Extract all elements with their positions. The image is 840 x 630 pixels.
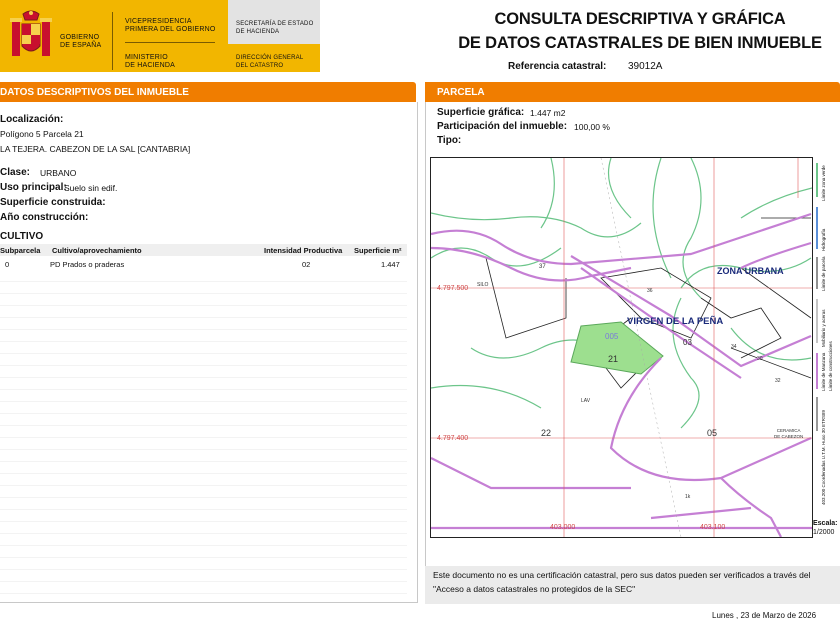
anio-label: Año construcción:: [0, 212, 89, 223]
ministry-line-1: MINISTERIO: [125, 54, 168, 61]
header-divider: [112, 12, 113, 70]
disclaimer-text: Este documento no es una certificación c…: [433, 570, 811, 594]
tipo-label: Tipo:: [437, 135, 462, 146]
utm-x1-label: 403.000: [550, 524, 576, 531]
lav-label: LAV: [581, 398, 591, 404]
disclaimer-note: Este documento no es una certificación c…: [425, 566, 840, 604]
escala-value: 1/2000: [813, 529, 835, 536]
boundary-lines: [431, 212, 812, 537]
vp-line-1: VICEPRESIDENCIA: [125, 18, 192, 25]
parcel-005-label: 005: [605, 332, 619, 341]
sup-grafica-value: 1.447 m2: [530, 108, 566, 118]
th-superficie: Superficie m²: [354, 246, 402, 255]
legend-text-column: Límite zona verde Hidrografía Límite de …: [821, 161, 835, 531]
table-row: 0 PD Prados o praderas 02 1.447: [0, 258, 407, 270]
ref-value: 39012A: [628, 61, 663, 72]
map-drawing: [431, 158, 812, 537]
ministerio-label: MINISTERIO DE HACIENDA: [125, 54, 175, 70]
doc-title-line-2: DE DATOS CATASTRALES DE BIEN INMUEBLE: [458, 34, 822, 52]
ceramica-line-2: DE CABEZON: [774, 434, 804, 439]
loc-label: Localización:: [0, 114, 64, 125]
road-32-label: 32: [775, 378, 781, 384]
descriptivos-bar: DATOS DESCRIPTIVOS DEL INMUEBLE: [0, 82, 416, 102]
map-legend: Límite zona verde Hidrografía Límite de …: [811, 157, 840, 536]
clase-value: URBANO: [40, 168, 77, 178]
gobierno-label: GOBIERNO DE ESPAÑA: [60, 34, 101, 50]
secretaria-line-1: SECRETARÍA DE ESTADO: [236, 21, 314, 27]
vicepresidencia-label: VICEPRESIDENCIA PRIMERA DEL GOBIERNO: [125, 18, 215, 34]
cadastral-map[interactable]: ZONA URBANA VIRGEN DE LA PEÑA 21 005 03 …: [430, 157, 813, 538]
direccion-label: DIRECCIÓN GENERAL DEL CATASTRO: [236, 54, 303, 70]
legend-construcciones: Límite de construcciones: [828, 341, 833, 391]
road-37-label: 37: [539, 264, 546, 270]
parcel-05-label: 05: [707, 428, 718, 438]
silo-label: SILO: [477, 282, 489, 288]
parcel-21-shape: [570, 321, 664, 375]
zona-urbana-label: ZONA URBANA: [717, 266, 784, 276]
doc-title-line-1: CONSULTA DESCRIPTIVA Y GRÁFICA: [494, 10, 786, 28]
legend-mobiliario: Mobiliario y aceras: [821, 309, 826, 347]
cultivo-table-header: Subparcela Cultivo/aprovechamiento Inten…: [0, 244, 407, 256]
td-subparcela: 0: [5, 260, 10, 269]
legend-manzana: Límite de Manzana: [821, 352, 826, 391]
participacion-label: Participación del inmueble:: [437, 121, 568, 132]
legend-hidrografia: Hidrografía: [821, 228, 826, 251]
legend-limite-parcela: Límite de parcela: [821, 256, 826, 291]
loc-line-2: LA TEJERA. CABEZON DE LA SAL [CANTABRIA]: [0, 144, 191, 154]
utm-y2-label: 4.797.400: [437, 435, 469, 442]
participacion-value: 100,00 %: [574, 122, 610, 132]
uso-value: Suelo sin edif.: [64, 183, 118, 193]
parcela-bar-title: PARCELA: [437, 87, 485, 98]
gobierno-line: GOBIERNO: [60, 34, 100, 41]
road-1k-label: 1k: [685, 494, 691, 500]
th-subparcela: Subparcela: [0, 246, 41, 255]
ceramica-label: CERAMICA DE CABEZON: [774, 428, 803, 440]
vp-line-2: PRIMERA DEL GOBIERNO: [125, 26, 216, 33]
direccion-line-2: DEL CATASTRO: [236, 63, 284, 69]
direccion-line-1: DIRECCIÓN GENERAL: [236, 55, 304, 61]
ref-label: Referencia catastral:: [508, 61, 607, 72]
utm-x2-label: 403.100: [700, 524, 726, 531]
clase-label: Clase:: [0, 167, 31, 178]
sup-grafica-label: Superficie gráfica:: [437, 107, 525, 118]
header-divider-h: [125, 42, 215, 43]
legend-coordenadas: 403.200 Coordenadas U.T.M. Huso 30 ETRS8…: [821, 409, 826, 505]
espana-line: DE ESPAÑA: [60, 42, 102, 49]
table-empty-rows: [0, 270, 407, 600]
date-text: Lunes , 23 de Marzo de 2026: [712, 611, 817, 620]
th-intensidad: Intensidad Productiva: [264, 246, 343, 255]
parcel-22-label: 22: [541, 428, 552, 438]
uso-label: Uso principal:: [0, 182, 67, 193]
loc-line-1: Polígono 5 Parcela 21: [0, 129, 84, 139]
ministry-line-2: DE HACIENDA: [125, 62, 176, 69]
parcel-03-label: 03: [683, 338, 692, 347]
utm-y1-label: 4.797.500: [437, 285, 469, 292]
escala-label: Escala:: [813, 520, 838, 527]
road-34-label: 34: [731, 344, 737, 350]
parcel-21-label: 21: [608, 354, 619, 364]
virgen-pena-label: VIRGEN DE LA PEÑA: [627, 316, 724, 327]
td-cultivo: PD Prados o praderas: [50, 260, 125, 269]
legend-zona-verde: Límite zona verde: [821, 165, 826, 201]
secretaria-line-2: DE HACIENDA: [236, 29, 280, 35]
td-superficie: 1.447: [381, 260, 400, 269]
secretaria-label: SECRETARÍA DE ESTADO DE HACIENDA: [236, 20, 313, 36]
td-intensidad: 02: [302, 260, 311, 269]
road-36-label: 36: [647, 288, 653, 294]
parcela-bar: PARCELA: [425, 82, 840, 102]
sup-construida-label: Superficie construida:: [0, 197, 106, 208]
th-cultivo: Cultivo/aprovechamiento: [52, 246, 142, 255]
coat-of-arms-icon: [10, 10, 52, 56]
descriptivos-bar-title: DATOS DESCRIPTIVOS DEL INMUEBLE: [0, 87, 189, 98]
road-30-label: 30: [757, 356, 763, 362]
cultivo-label: CULTIVO: [0, 231, 44, 242]
